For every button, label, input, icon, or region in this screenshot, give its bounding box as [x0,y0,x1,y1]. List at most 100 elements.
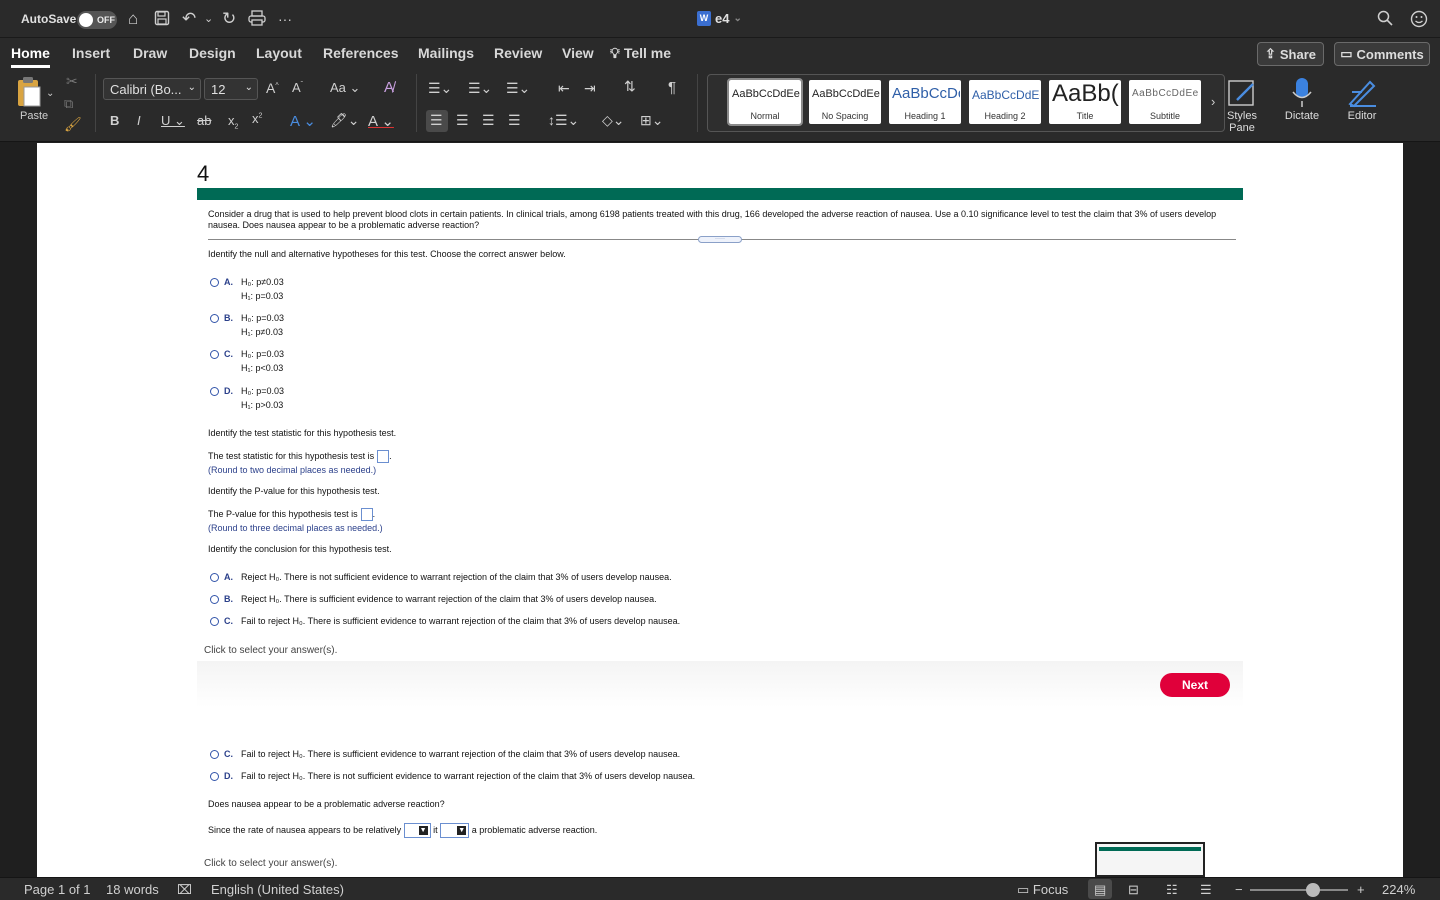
tell-me[interactable]: 💡︎ Tell me [610,45,671,62]
style-normal[interactable]: AaBbCcDdEe Normal [727,78,803,126]
hypothesis-option-a[interactable]: A. H₀: p≠0.03 H₁: p=0.03 [210,277,284,301]
editor-button[interactable]: Editor [1334,76,1390,122]
home-icon[interactable]: ⌂ [128,10,138,28]
text-effects-icon[interactable]: A ⌄ [290,112,316,130]
zoom-out-icon[interactable]: − [1235,882,1243,897]
share-button[interactable]: ⇪ Share [1257,42,1324,66]
increase-indent-icon[interactable]: ⇥ [584,80,596,97]
bullets-icon[interactable]: ☰⌄ [428,80,452,97]
undo-icon[interactable]: ↶ [182,10,196,28]
cut-icon[interactable]: ✂ [66,73,78,90]
expand-handle[interactable]: ····· [698,236,742,243]
document-title[interactable]: W e4 ⌄ [697,11,742,26]
p-value-input[interactable] [360,508,373,521]
dictate-button[interactable]: Dictate [1274,76,1330,122]
radio-button[interactable] [210,750,219,759]
focus-button[interactable]: ▭ Focus [1017,882,1068,898]
print-icon[interactable] [248,10,266,30]
line-spacing-icon[interactable]: ↕☰⌄ [548,112,579,129]
tab-design[interactable]: Design [189,45,236,61]
conclusion-option-c-2[interactable]: C. Fail to reject H₀. There is sufficien… [210,749,680,759]
change-case-icon[interactable]: Aa ⌄ [330,80,360,96]
multilevel-list-icon[interactable]: ☰⌄ [506,80,530,97]
numbering-icon[interactable]: ☰⌄ [468,80,492,97]
font-size-select[interactable]: 12 ⌄ [204,78,258,100]
embedded-thumbnail[interactable] [1095,842,1205,877]
conclusion-option-d-2[interactable]: D. Fail to reject H₀. There is not suffi… [210,771,695,781]
radio-button[interactable] [210,595,219,604]
rate-dropdown[interactable]: ▼ [403,823,431,838]
pilcrow-icon[interactable]: ¶ [668,79,676,96]
justify-icon[interactable]: ☰ [508,112,521,129]
borders-icon[interactable]: ⊞⌄ [640,112,663,129]
decrease-indent-icon[interactable]: ⇤ [558,80,570,97]
tab-mailings[interactable]: Mailings [418,45,474,61]
styles-pane-button[interactable]: Styles Pane [1214,76,1270,134]
conclusion-option-a[interactable]: A. Reject H₀. There is not sufficient ev… [210,572,672,582]
radio-button[interactable] [210,350,219,359]
tab-references[interactable]: References [323,45,399,61]
format-painter-icon[interactable]: 🖌︎ [64,116,82,133]
align-right-icon[interactable]: ☰ [482,112,495,129]
document-page[interactable]: 4 Consider a drug that is used to help p… [37,143,1403,877]
redo-icon[interactable]: ↻ [222,10,236,28]
style-heading-1[interactable]: AaBbCcDc Heading 1 [889,80,961,124]
tab-view[interactable]: View [562,45,594,61]
tab-insert[interactable]: Insert [72,45,110,61]
more-icon[interactable]: ··· [278,10,292,28]
subscript-icon[interactable]: x2 [228,113,238,131]
copy-icon[interactable]: ⧉ [64,96,73,112]
radio-button[interactable] [210,573,219,582]
page-count[interactable]: Page 1 of 1 [24,882,91,897]
radio-button[interactable] [210,314,219,323]
shrink-font-icon[interactable]: Aˇ [292,80,303,95]
language[interactable]: English (United States) [211,882,344,897]
proofing-icon[interactable]: ⌧ [177,882,192,898]
word-count[interactable]: 18 words [106,882,159,897]
outline-view-icon[interactable]: ☷ [1166,882,1178,898]
next-button[interactable]: Next [1160,673,1230,697]
tab-layout[interactable]: Layout [256,45,302,61]
clear-formatting-icon[interactable]: A̸ [384,79,394,96]
underline-icon[interactable]: U ⌄ [161,113,185,129]
tab-draw[interactable]: Draw [133,45,167,61]
radio-button[interactable] [210,387,219,396]
radio-button[interactable] [210,617,219,626]
radio-button[interactable] [210,278,219,287]
hypothesis-option-b[interactable]: B. H₀: p=0.03 H₁: p≠0.03 [210,313,284,337]
is-dropdown[interactable]: ▼ [440,823,470,838]
zoom-in-icon[interactable]: + [1357,882,1365,897]
save-icon[interactable] [154,10,170,30]
shading-icon[interactable]: ◇⌄ [602,112,625,129]
style-title[interactable]: AaBb( Title [1049,80,1121,124]
grow-font-icon[interactable]: A^ [266,80,279,96]
italic-icon[interactable]: I [137,113,141,128]
radio-button[interactable] [210,772,219,781]
autosave-toggle[interactable]: OFF [77,11,117,29]
bold-icon[interactable]: B [110,113,119,128]
tab-home[interactable]: Home [11,45,50,68]
sort-icon[interactable]: ⇅ [624,78,636,95]
align-center-icon[interactable]: ☰ [456,112,469,129]
paste-button[interactable]: ⌄ [14,76,54,111]
hypothesis-option-d[interactable]: D. H₀: p=0.03 H₁: p>0.03 [210,386,284,410]
style-no-spacing[interactable]: AaBbCcDdEe No Spacing [809,80,881,124]
search-icon[interactable] [1377,10,1393,30]
superscript-icon[interactable]: x2 [252,111,262,126]
tab-review[interactable]: Review [494,45,542,61]
hypothesis-option-c[interactable]: C. H₀: p=0.03 H₁: p<0.03 [210,349,284,373]
zoom-slider[interactable] [1250,889,1348,891]
strikethrough-icon[interactable]: ab [197,113,211,128]
test-statistic-input[interactable] [377,450,390,463]
conclusion-option-b[interactable]: B. Reject H₀. There is sufficient eviden… [210,594,657,604]
highlight-icon[interactable]: 🖊︎⌄ [330,112,360,129]
font-color-icon[interactable]: A ⌄ [368,112,394,130]
smiley-feedback-icon[interactable] [1410,10,1428,32]
web-layout-icon[interactable]: ⊟ [1128,882,1139,898]
conclusion-option-c[interactable]: C. Fail to reject H₀. There is sufficien… [210,616,680,626]
zoom-level[interactable]: 224% [1382,882,1415,897]
undo-dropdown-icon[interactable]: ⌄ [204,10,213,28]
style-heading-2[interactable]: AaBbCcDdEe Heading 2 [969,80,1041,124]
comments-button[interactable]: ▭ Comments [1334,42,1430,66]
draft-view-icon[interactable]: ☰ [1200,882,1212,898]
